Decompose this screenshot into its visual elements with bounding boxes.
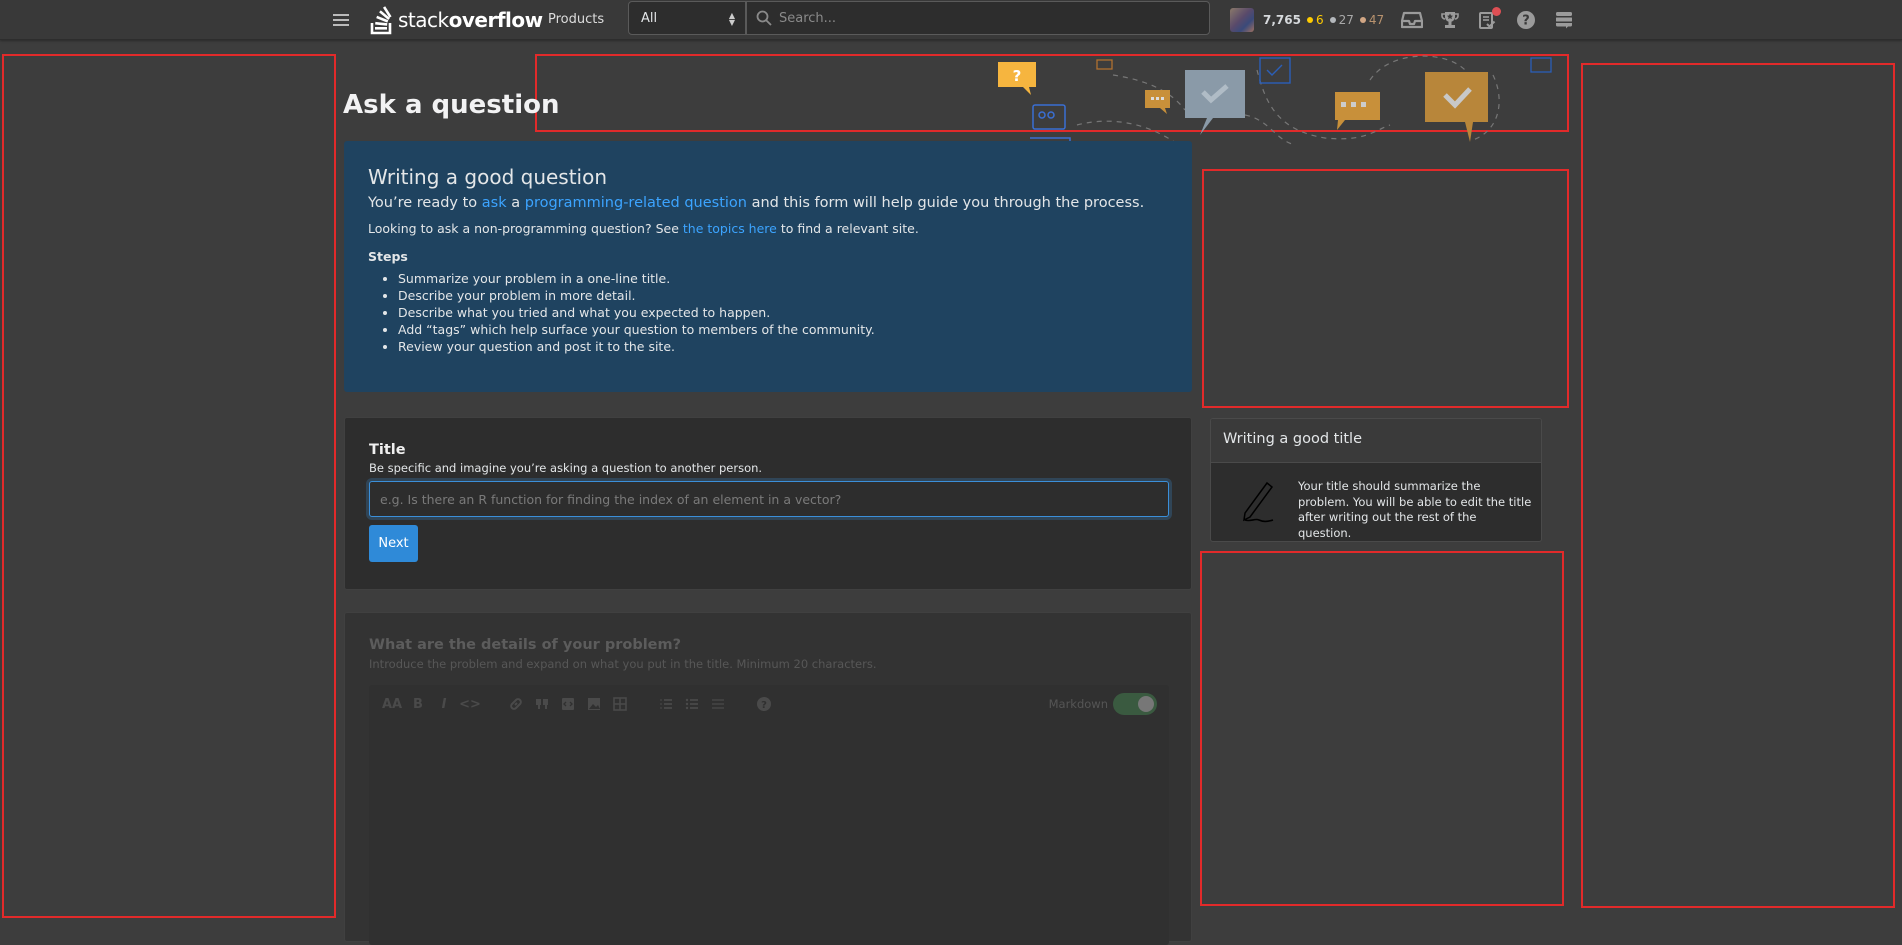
notice-lead: You’re ready to ask a programming-relate… (368, 195, 1145, 211)
image-icon[interactable] (581, 691, 607, 717)
search-icon (756, 10, 772, 26)
achievements-icon[interactable] (1436, 6, 1464, 34)
select-arrows-icon: ▲ ▼ (728, 11, 735, 27)
notice-heading: Writing a good question (368, 165, 608, 189)
stackoverflow-logo[interactable]: stackoverflow (370, 3, 543, 37)
dots-bubble-icon (1335, 92, 1380, 130)
stack-logo-icon (370, 6, 392, 35)
markdown-toggle[interactable]: Markdown (1049, 693, 1157, 715)
next-button[interactable]: Next (369, 525, 418, 562)
sidebar-top-region (1202, 169, 1569, 408)
pencil-icon (1243, 481, 1274, 523)
notice-subtext: Looking to ask a non-programming questio… (368, 221, 919, 236)
step-item: Describe your problem in more detail. (398, 287, 1168, 304)
site-switcher-icon[interactable] (1550, 6, 1578, 34)
check-bubble-icon (1185, 70, 1245, 135)
svg-text:?: ? (1522, 14, 1530, 29)
gold-badges: 6 (1306, 13, 1324, 27)
markdown-switch[interactable] (1113, 693, 1157, 715)
body-editor[interactable]: AA B I <> ? Markdown (369, 685, 1169, 945)
page-title: Ask a question (343, 90, 560, 120)
details-description: Introduce the problem and expand on what… (369, 657, 877, 671)
steps-heading: Steps (368, 249, 408, 264)
large-check-bubble-icon (1425, 72, 1488, 142)
gold-badge-icon (1306, 17, 1313, 23)
details-label: What are the details of your problem? (369, 637, 682, 653)
markdown-label: Markdown (1048, 697, 1108, 711)
sidebar-bottom-region (1200, 551, 1564, 906)
speech-bubbles-illustration: ? (998, 55, 1552, 150)
code-icon[interactable]: <> (457, 691, 483, 717)
horizontal-rule-icon[interactable] (705, 691, 731, 717)
writing-good-title-help: Writing a good title Your title should s… (1210, 418, 1542, 542)
italic-icon[interactable]: I (431, 691, 457, 717)
user-profile-link[interactable]: 7,765 6 27 47 (1230, 6, 1384, 34)
reputation: 7,765 (1263, 13, 1301, 27)
help-icon[interactable]: ? (751, 691, 777, 717)
help-card-body: Your title should summarize the problem.… (1298, 479, 1532, 540)
notification-dot (1492, 7, 1501, 16)
code-block-icon[interactable] (555, 691, 581, 717)
step-item: Review your question and post it to the … (398, 338, 1168, 355)
silver-badges: 27 (1329, 13, 1354, 27)
ask-link[interactable]: ask (482, 195, 507, 211)
title-description: Be specific and imagine you’re asking a … (369, 461, 763, 475)
writing-good-question-notice: Writing a good question You’re ready to … (344, 141, 1192, 392)
heading-icon[interactable]: AA (379, 691, 405, 717)
title-section: Title Be specific and imagine you’re ask… (344, 417, 1192, 590)
avatar (1230, 8, 1254, 32)
topics-here-link[interactable]: the topics here (683, 221, 777, 236)
numbered-list-icon[interactable] (653, 691, 679, 717)
inbox-icon[interactable] (1398, 6, 1426, 34)
svg-text:?: ? (761, 700, 767, 711)
step-item: Add “tags” which help surface your quest… (398, 321, 1168, 338)
bronze-badges: 47 (1359, 13, 1384, 27)
review-queue-icon[interactable] (1474, 6, 1502, 34)
details-section: What are the details of your problem? In… (344, 612, 1192, 945)
search-scope-select[interactable]: All ▲ ▼ (628, 1, 746, 35)
top-bar: stackoverflow Products All ▲▼ 7,765 6 27… (0, 0, 1902, 40)
step-item: Describe what you tried and what you exp… (398, 304, 1168, 321)
title-label: Title (369, 442, 406, 458)
svg-text:?: ? (1013, 67, 1022, 85)
blockquote-icon[interactable] (529, 691, 555, 717)
help-icon[interactable]: ? (1512, 6, 1540, 34)
bold-icon[interactable]: B (405, 691, 431, 717)
search-input[interactable] (779, 2, 1199, 34)
silver-badge-icon (1329, 17, 1336, 23)
step-item: Summarize your problem in a one-line tit… (398, 270, 1168, 287)
products-link[interactable]: Products (536, 8, 616, 31)
bronze-badge-icon (1359, 17, 1366, 23)
link-icon[interactable] (503, 691, 529, 717)
title-input[interactable] (369, 481, 1169, 517)
scope-value: All (641, 11, 658, 26)
brand-wordmark: stackoverflow (398, 8, 543, 32)
question-bubble-icon: ? (998, 62, 1036, 95)
help-card-title: Writing a good title (1211, 419, 1541, 463)
steps-list: Summarize your problem in a one-line tit… (398, 270, 1168, 355)
bulleted-list-icon[interactable] (679, 691, 705, 717)
small-chat-bubble-icon (1145, 90, 1170, 114)
programming-related-question-link[interactable]: programming-related question (525, 195, 747, 211)
menu-icon[interactable] (330, 9, 352, 31)
right-gutter-region (1581, 63, 1895, 908)
table-icon[interactable] (607, 691, 633, 717)
left-gutter-region (2, 54, 336, 918)
search-box[interactable] (746, 1, 1210, 35)
